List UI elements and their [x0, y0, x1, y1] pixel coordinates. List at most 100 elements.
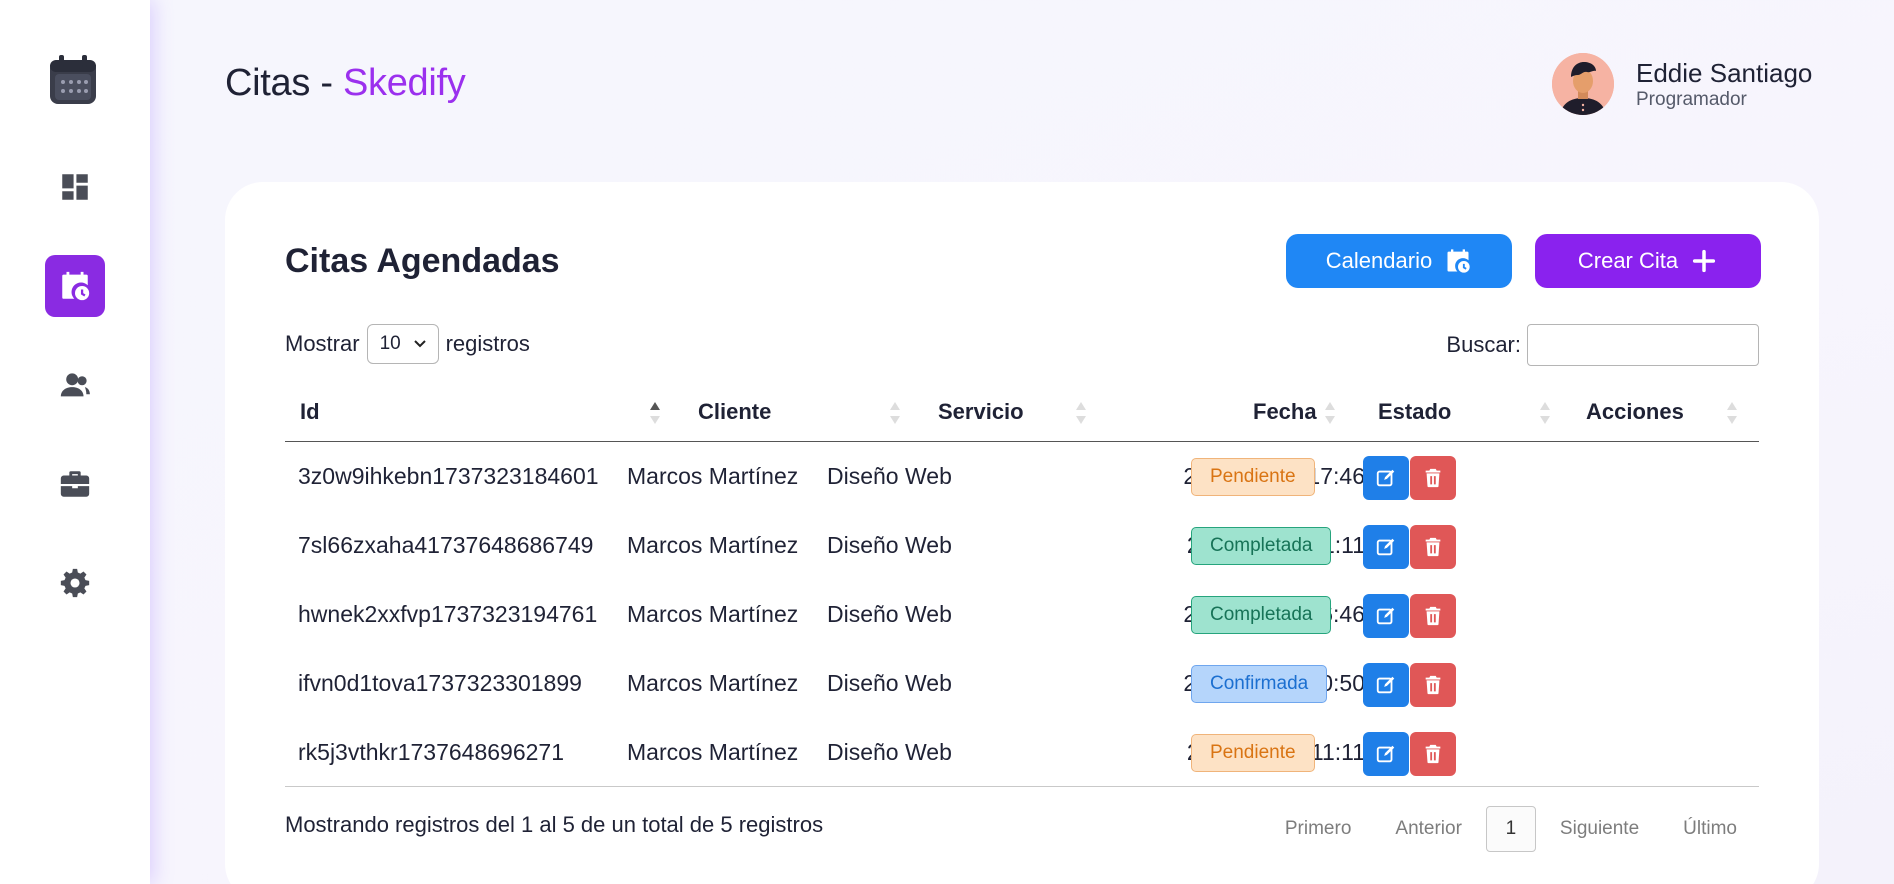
sort-icon[interactable]	[1538, 400, 1552, 426]
edit-button[interactable]	[1363, 663, 1409, 707]
briefcase-icon	[60, 471, 90, 497]
sidebar-item-clientes[interactable]	[45, 354, 105, 416]
column-header-servicio[interactable]: Servicio	[938, 382, 1024, 442]
plus-icon	[1693, 249, 1716, 273]
edit-button[interactable]	[1363, 525, 1409, 569]
page-title-prefix: Citas -	[225, 62, 343, 104]
pagination: Primero Anterior 1 Siguiente Último	[1263, 806, 1759, 852]
create-button-label: Crear Cita	[1577, 248, 1679, 273]
cell-servicio: Diseño Web	[827, 601, 952, 627]
card-title: Citas Agendadas	[285, 242, 560, 280]
trash-icon	[1425, 744, 1441, 764]
user-role: Programador	[1636, 89, 1747, 110]
edit-button[interactable]	[1363, 732, 1409, 776]
gear-icon	[60, 568, 90, 598]
page-length-control: Mostrar 10 registros	[285, 324, 530, 364]
column-header-id[interactable]: Id	[300, 382, 320, 442]
cell-estado: Pendiente	[1191, 718, 1315, 787]
status-badge: Completada	[1191, 595, 1332, 634]
calendar-clock-icon	[62, 271, 90, 301]
table-bottom-divider	[285, 786, 1759, 787]
sidebar-item-dashboard[interactable]	[45, 156, 105, 218]
cell-cliente: Marcos Martínez	[627, 601, 799, 627]
sidebar-item-servicios[interactable]	[45, 453, 105, 515]
edit-icon	[1376, 676, 1395, 694]
cell-cliente: Marcos Martínez	[627, 739, 799, 765]
cell-id: hwnek2xxfvp1737323194761	[298, 601, 598, 627]
column-header-fecha[interactable]: Fecha	[1253, 382, 1317, 442]
cell-servicio: Diseño Web	[827, 670, 952, 696]
table-header: Id Cliente Servicio Fecha Estado Accione…	[285, 382, 1759, 442]
cell-id: rk5j3vthkr1737648696271	[298, 739, 564, 765]
page-length-value: 10	[379, 333, 401, 354]
delete-button[interactable]	[1410, 525, 1456, 569]
trash-icon	[1425, 606, 1441, 626]
cell-cliente: Marcos Martínez	[627, 670, 799, 696]
users-icon	[60, 373, 90, 397]
cell-servicio: Diseño Web	[827, 532, 952, 558]
column-header-acciones[interactable]: Acciones	[1586, 382, 1684, 442]
edit-icon	[1376, 607, 1395, 625]
table-row: 7sl66zxaha41737648686749 Marcos Martínez D…	[285, 511, 1759, 580]
sort-asc-icon[interactable]	[648, 400, 662, 426]
trash-icon	[1425, 537, 1441, 557]
user-profile[interactable]: Eddie Santiago Programador	[1552, 52, 1812, 116]
table-row: 3z0w9ihkebn1737323184601 Marcos Martínez D…	[285, 442, 1759, 511]
sidebar-item-citas[interactable]	[45, 255, 105, 317]
edit-button[interactable]	[1363, 456, 1409, 500]
avatar	[1552, 53, 1614, 115]
trash-icon	[1425, 468, 1441, 488]
status-badge: Pendiente	[1191, 733, 1315, 772]
table-body: 3z0w9ihkebn1737323184601 Marcos Martínez D…	[285, 442, 1759, 787]
brand-name: Skedify	[342, 62, 466, 104]
cell-id: 3z0w9ihkebn1737323184601	[298, 463, 599, 489]
status-badge: Pendiente	[1191, 457, 1315, 496]
search-input[interactable]	[1527, 324, 1759, 366]
trash-icon	[1425, 675, 1441, 695]
page-prev-button[interactable]: Anterior	[1373, 818, 1484, 840]
status-badge: Completada	[1191, 526, 1332, 565]
cell-servicio: Diseño Web	[827, 463, 952, 489]
page-last-button[interactable]: Último	[1661, 818, 1759, 840]
edit-button[interactable]	[1363, 594, 1409, 638]
search-label: Buscar:	[1446, 332, 1521, 357]
page-length-select[interactable]: 10	[366, 324, 439, 364]
chevron-down-icon	[413, 340, 426, 348]
sort-icon[interactable]	[1323, 400, 1337, 426]
column-header-cliente[interactable]: Cliente	[698, 382, 771, 442]
user-name: Eddie Santiago	[1636, 58, 1813, 88]
sort-icon[interactable]	[888, 400, 902, 426]
cell-estado: Pendiente	[1191, 442, 1315, 511]
cell-id: ifvn0d1tova1737323301899	[298, 670, 582, 696]
calendar-button[interactable]: Calendario	[1286, 234, 1512, 288]
page-current-button[interactable]: 1	[1485, 806, 1536, 852]
status-badge: Confirmada	[1191, 664, 1328, 703]
sidebar-item-ajustes[interactable]	[45, 552, 105, 614]
delete-button[interactable]	[1410, 456, 1456, 500]
page-first-button[interactable]: Primero	[1263, 818, 1374, 840]
cell-estado: Confirmada	[1191, 649, 1328, 718]
table-row: hwnek2xxfvp1737323194761 Marcos Martínez D…	[285, 580, 1759, 649]
sidebar	[0, 0, 150, 884]
delete-button[interactable]	[1410, 663, 1456, 707]
cell-id: 7sl66zxaha41737648686749	[298, 532, 594, 558]
sort-icon[interactable]	[1725, 400, 1739, 426]
edit-icon	[1376, 745, 1395, 763]
cell-estado: Completada	[1191, 580, 1332, 649]
table-row: rk5j3vthkr1737648696271 Marcos Martínez Di…	[285, 718, 1759, 787]
edit-icon	[1376, 469, 1395, 487]
show-suffix: registros	[445, 331, 530, 356]
cell-cliente: Marcos Martínez	[627, 463, 799, 489]
page-next-button[interactable]: Siguiente	[1538, 818, 1661, 840]
delete-button[interactable]	[1410, 732, 1456, 776]
delete-button[interactable]	[1410, 594, 1456, 638]
column-header-estado[interactable]: Estado	[1378, 382, 1451, 442]
table-row: ifvn0d1tova1737323301899 Marcos Martínez D…	[285, 649, 1759, 718]
create-appointment-button[interactable]: Crear Cita	[1535, 234, 1761, 288]
dashboard-icon	[62, 174, 88, 200]
sort-icon[interactable]	[1074, 400, 1088, 426]
app-logo-calendar-icon[interactable]	[48, 54, 98, 106]
page-title: Citas - Skedify	[225, 62, 466, 105]
show-label: Mostrar	[285, 331, 360, 356]
search-control: Buscar:	[1446, 324, 1759, 366]
